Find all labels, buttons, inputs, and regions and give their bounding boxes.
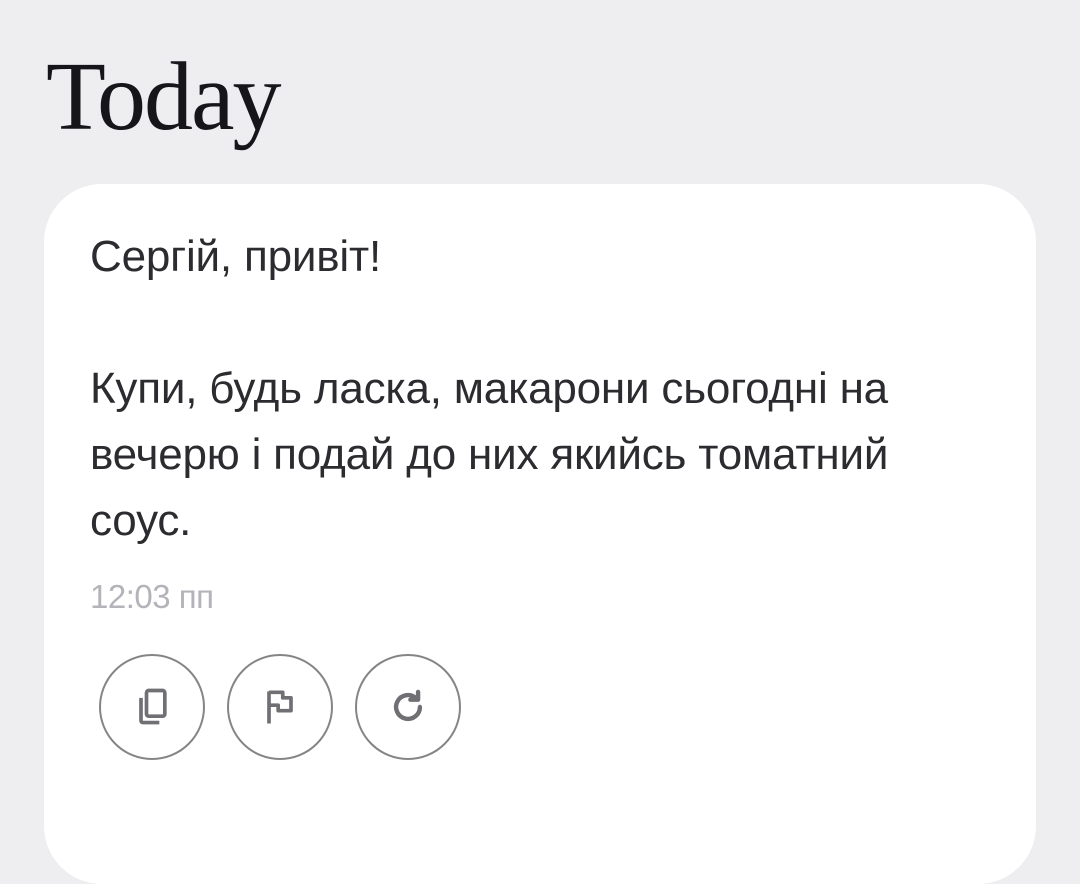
refresh-icon bbox=[393, 689, 423, 722]
copy-icon bbox=[139, 688, 167, 725]
message-greeting: Сергій, привіт! bbox=[90, 232, 381, 281]
message-timestamp: 12:03 пп bbox=[90, 578, 214, 615]
message-actions bbox=[99, 654, 461, 760]
copy-button[interactable] bbox=[99, 654, 205, 760]
flag-button[interactable] bbox=[227, 654, 333, 760]
message-body: Купи, будь ласка, макарони сьогодні на в… bbox=[90, 364, 889, 545]
flag-icon bbox=[267, 690, 293, 724]
page-title: Today bbox=[46, 43, 282, 151]
regenerate-button[interactable] bbox=[355, 654, 461, 760]
message-text: Сергій, привіт! Купи, будь ласка, макаро… bbox=[90, 224, 990, 554]
